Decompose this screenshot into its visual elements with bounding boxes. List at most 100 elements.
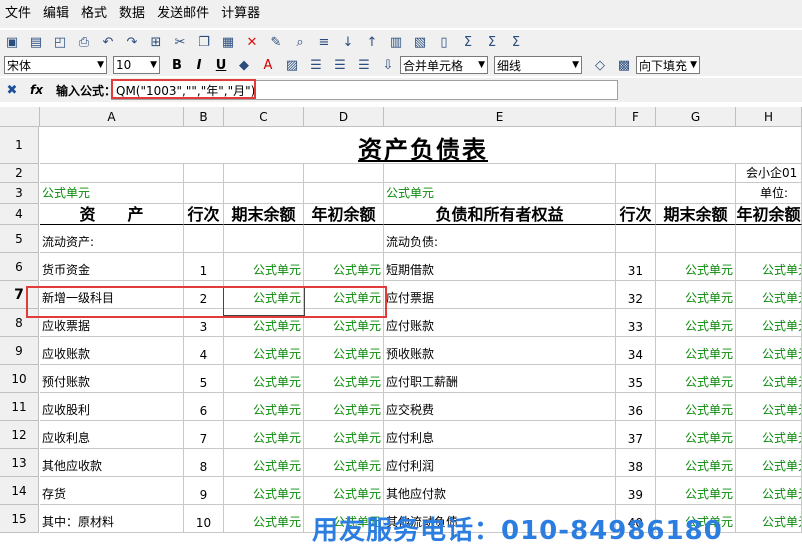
header-asset[interactable]: 资 产	[40, 204, 184, 225]
row-header-13[interactable]: 13	[0, 449, 39, 477]
sheet-cell[interactable]	[304, 164, 384, 183]
sheet-cell[interactable]	[616, 164, 656, 183]
font-size-select[interactable]: 10 ▼	[113, 56, 160, 74]
column-header-g[interactable]: G	[656, 107, 736, 127]
border-style-select[interactable]: 细线 ▼	[494, 56, 582, 74]
liab-name-cell[interactable]: 其他应付款	[384, 477, 616, 505]
liab-name-cell[interactable]: 应付利润	[384, 449, 616, 477]
liab-end-cell[interactable]: 公式单元	[656, 449, 736, 477]
asset-line-cell[interactable]: 6	[184, 393, 224, 421]
header-line2[interactable]: 行次	[616, 204, 656, 225]
liab-begin-cell[interactable]: 公式单元	[736, 365, 802, 393]
align-left-icon[interactable]: ☰	[308, 57, 324, 73]
asset-name-cell[interactable]: 应收账款	[40, 337, 184, 365]
liab-line-cell[interactable]: 38	[616, 449, 656, 477]
row-header-6[interactable]: 6	[0, 253, 39, 281]
row-header-15[interactable]: 15	[0, 505, 39, 533]
asset-line-cell[interactable]: 5	[184, 365, 224, 393]
liab-name-cell[interactable]: 应付利息	[384, 421, 616, 449]
header-line[interactable]: 行次	[184, 204, 224, 225]
header-begin2[interactable]: 年初余额	[736, 204, 802, 225]
sheet-cell[interactable]	[224, 183, 304, 204]
sheet-cell[interactable]	[304, 225, 384, 253]
sheet-cell[interactable]	[656, 183, 736, 204]
liab-line-cell[interactable]: 32	[616, 281, 656, 309]
eraser-icon[interactable]: ◇	[592, 57, 608, 73]
print-preview-icon[interactable]: ◰	[52, 34, 68, 50]
unit-cell[interactable]: 单位:	[736, 183, 802, 204]
sheet-cell[interactable]	[224, 164, 304, 183]
paste-icon[interactable]: ▦	[220, 34, 236, 50]
row-header-14[interactable]: 14	[0, 477, 39, 505]
row-header-4[interactable]: 4	[0, 204, 39, 225]
asset-begin-cell[interactable]: 公式单元	[304, 477, 384, 505]
liab-end-cell[interactable]: 公式单元	[656, 309, 736, 337]
formula-wizard-icon[interactable]: ▧	[412, 34, 428, 50]
select-all-icon[interactable]: ⊞	[148, 34, 164, 50]
italic-button[interactable]: I	[188, 58, 210, 73]
liab-line-cell[interactable]: 36	[616, 393, 656, 421]
menu-data[interactable]: 数据	[113, 0, 151, 28]
sheet-cell[interactable]	[656, 225, 736, 253]
sheet-cell[interactable]	[656, 164, 736, 183]
sort-asc-icon[interactable]: ↓	[340, 34, 356, 50]
row-header-2[interactable]: 2	[0, 164, 39, 183]
redo-icon[interactable]: ↷	[124, 34, 140, 50]
header-end2[interactable]: 期末余额	[656, 204, 736, 225]
asset-end-cell[interactable]: 公式单元	[224, 449, 304, 477]
replace-icon[interactable]: ≡	[316, 34, 332, 50]
calc-icon[interactable]: ▯	[436, 34, 452, 50]
header-liab[interactable]: 负债和所有者权益	[384, 204, 616, 225]
sheet-cell[interactable]	[736, 225, 802, 253]
liab-line-cell[interactable]: 34	[616, 337, 656, 365]
header-begin[interactable]: 年初余额	[304, 204, 384, 225]
asset-end-cell[interactable]: 公式单元	[224, 393, 304, 421]
liab-line-cell[interactable]: 37	[616, 421, 656, 449]
column-header-e[interactable]: E	[384, 107, 616, 127]
save-as-icon[interactable]: ▤	[28, 34, 44, 50]
liab-name-cell[interactable]: 应付账款	[384, 309, 616, 337]
style-icon[interactable]: ▩	[616, 57, 632, 73]
asset-name-cell[interactable]: 预付账款	[40, 365, 184, 393]
undo-icon[interactable]: ↶	[100, 34, 116, 50]
sheet-cell[interactable]	[40, 164, 184, 183]
row-header-12[interactable]: 12	[0, 421, 39, 449]
current-liab-label[interactable]: 流动负债:	[384, 225, 616, 253]
fill-color-icon[interactable]: ◆	[236, 57, 252, 73]
asset-name-cell[interactable]: 应收股利	[40, 393, 184, 421]
delete-icon[interactable]: ✕	[244, 34, 260, 50]
sheet-cell[interactable]	[184, 164, 224, 183]
asset-line-cell[interactable]: 4	[184, 337, 224, 365]
fx-icon[interactable]: fx	[30, 83, 43, 97]
select-all-corner[interactable]	[0, 107, 40, 127]
align-center-icon[interactable]: ☰	[332, 57, 348, 73]
liab-end-cell[interactable]: 公式单元	[656, 281, 736, 309]
liab-line-cell[interactable]: 31	[616, 253, 656, 281]
sheet-cell[interactable]	[616, 183, 656, 204]
liab-begin-cell[interactable]: 公式单元	[736, 421, 802, 449]
liab-end-cell[interactable]: 公式单元	[656, 253, 736, 281]
liab-name-cell[interactable]: 短期借款	[384, 253, 616, 281]
row-header-10[interactable]: 10	[0, 365, 39, 393]
liab-name-cell[interactable]: 应付职工薪酬	[384, 365, 616, 393]
formula-unit-cell[interactable]: 公式单元	[384, 183, 616, 204]
liab-end-cell[interactable]: 公式单元	[656, 421, 736, 449]
column-header-d[interactable]: D	[304, 107, 384, 127]
liab-begin-cell[interactable]: 公式单元	[736, 477, 802, 505]
merge-select[interactable]: 合并单元格 ▼	[400, 56, 488, 74]
format-painter-icon[interactable]: ✎	[268, 34, 284, 50]
asset-end-cell[interactable]: 公式单元	[224, 337, 304, 365]
liab-name-cell[interactable]: 预收账款	[384, 337, 616, 365]
asset-line-cell[interactable]: 1	[184, 253, 224, 281]
asset-begin-cell[interactable]: 公式单元	[304, 421, 384, 449]
liab-begin-cell[interactable]: 公式单元	[736, 393, 802, 421]
sheet-cell[interactable]	[224, 225, 304, 253]
liab-end-cell[interactable]: 公式单元	[656, 365, 736, 393]
asset-line-cell[interactable]: 7	[184, 421, 224, 449]
cut-icon[interactable]: ✂	[172, 34, 188, 50]
asset-end-cell[interactable]: 公式单元	[224, 421, 304, 449]
liab-begin-cell[interactable]: 公式单元	[736, 337, 802, 365]
liab-begin-cell[interactable]: 公式单元	[736, 253, 802, 281]
liab-line-cell[interactable]: 33	[616, 309, 656, 337]
header-end[interactable]: 期末余额	[224, 204, 304, 225]
